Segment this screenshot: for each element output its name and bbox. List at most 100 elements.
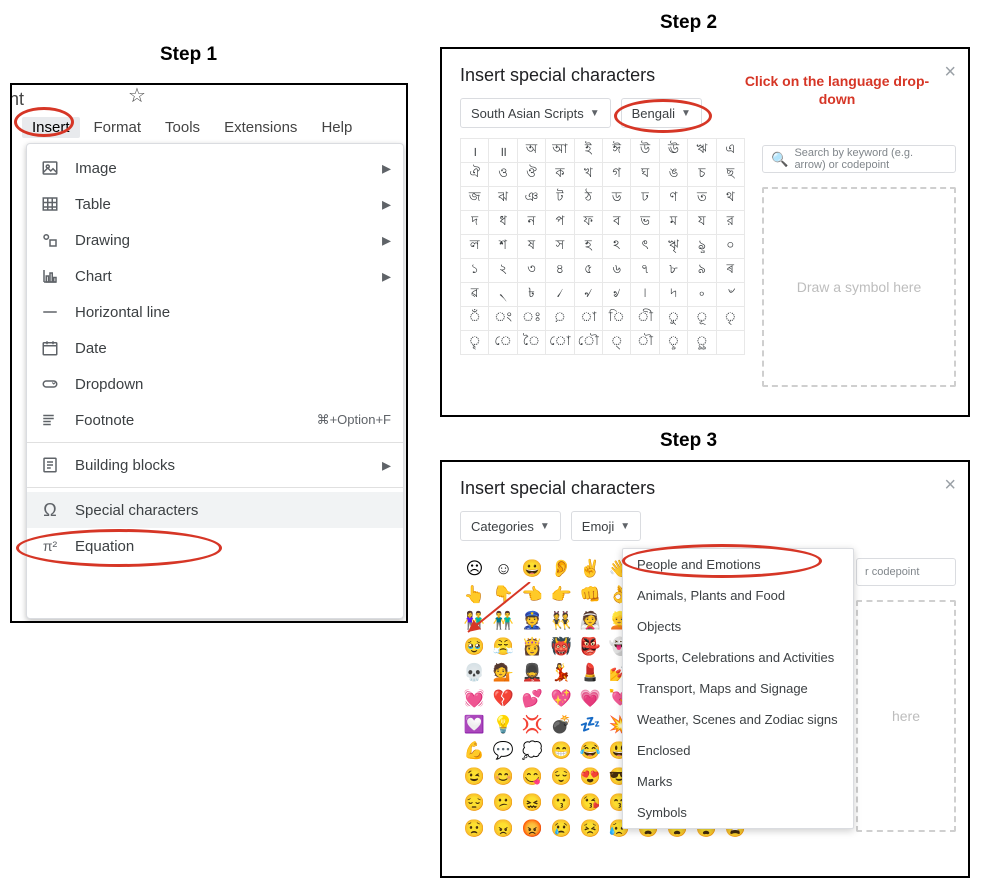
character-cell[interactable]: ৲ [489, 283, 517, 307]
character-cell[interactable]: ভ [631, 211, 659, 235]
draw-symbol-area[interactable]: here [856, 600, 956, 832]
emoji-cell[interactable]: ☹ [460, 555, 489, 581]
emoji-cell[interactable]: 💓 [460, 685, 489, 711]
insert-image[interactable]: Image ▸ [27, 150, 403, 186]
character-cell[interactable]: ৷ [631, 283, 659, 307]
emoji-cell[interactable]: 💕 [518, 685, 547, 711]
character-cell[interactable]: ৪ [546, 259, 574, 283]
character-cell[interactable]: ৮ [660, 259, 688, 283]
character-cell[interactable]: ী [631, 307, 659, 331]
emoji-cell[interactable]: 👫 [460, 607, 489, 633]
emoji-cell[interactable]: 👇 [489, 581, 518, 607]
emoji-cell[interactable]: 👉 [547, 581, 576, 607]
character-cell[interactable]: ং [489, 307, 517, 331]
emoji-subcategory-option[interactable]: Weather, Scenes and Zodiac signs [623, 704, 853, 735]
emoji-cell[interactable]: 🥹 [460, 633, 489, 659]
emoji-cell[interactable]: 💣 [547, 711, 576, 737]
character-cell[interactable]: ৱ [461, 283, 489, 307]
character-cell[interactable] [717, 331, 745, 355]
close-icon[interactable]: × [944, 61, 956, 84]
character-cell[interactable]: চ [688, 163, 716, 187]
close-icon[interactable]: × [944, 474, 956, 497]
character-cell[interactable]: ৩ [518, 259, 546, 283]
emoji-cell[interactable]: 💖 [547, 685, 576, 711]
insert-special-characters[interactable]: Ω Special characters [27, 492, 403, 528]
emoji-cell[interactable]: 😠 [489, 815, 518, 841]
character-cell[interactable]: ব [603, 211, 631, 235]
emoji-cell[interactable]: 💪 [460, 737, 489, 763]
menu-insert[interactable]: Insert [22, 117, 80, 138]
insert-footnote[interactable]: Footnote ⌘+Option+F [27, 402, 403, 438]
character-cell[interactable]: স [546, 235, 574, 259]
character-cell[interactable]: ৗ [631, 331, 659, 355]
character-cell[interactable]: ৭ [631, 259, 659, 283]
character-cell[interactable]: ূ [688, 307, 716, 331]
character-cell[interactable]: এ [717, 139, 745, 163]
character-cell[interactable]: ৶ [603, 283, 631, 307]
emoji-cell[interactable]: 💂 [518, 659, 547, 685]
emoji-cell[interactable]: 💢 [518, 711, 547, 737]
character-cell[interactable]: ্ [603, 331, 631, 355]
emoji-cell[interactable]: 😋 [518, 763, 547, 789]
character-cell[interactable]: আ [546, 139, 574, 163]
insert-chart[interactable]: Chart ▸ [27, 258, 403, 294]
character-cell[interactable]: ৫ [575, 259, 603, 283]
emoji-cell[interactable]: 😢 [547, 815, 576, 841]
character-cell[interactable]: ম [660, 211, 688, 235]
character-cell[interactable]: ঙ [660, 163, 688, 187]
emoji-cell[interactable]: 💬 [489, 737, 518, 763]
character-cell[interactable]: ষ [518, 235, 546, 259]
emoji-cell[interactable]: 💁 [489, 659, 518, 685]
character-cell[interactable]: ॥ [489, 139, 517, 163]
search-input[interactable]: 🔍 Search by keyword (e.g. arrow) or code… [762, 145, 956, 173]
character-cell[interactable]: প [546, 211, 574, 235]
script-category-dropdown[interactable]: South Asian Scripts ▼ [460, 98, 611, 128]
character-cell[interactable]: ৠ [660, 235, 688, 259]
emoji-cell[interactable]: 👰 [576, 607, 605, 633]
character-cell[interactable]: ঢ [631, 187, 659, 211]
character-cell[interactable]: ৯ [688, 259, 716, 283]
character-cell[interactable]: থ [717, 187, 745, 211]
emoji-cell[interactable]: 👹 [547, 633, 576, 659]
character-cell[interactable]: র [717, 211, 745, 235]
character-cell[interactable]: । [461, 139, 489, 163]
character-cell[interactable]: ধ [489, 211, 517, 235]
categories-dropdown[interactable]: Categories ▼ [460, 511, 561, 541]
emoji-subcategory-option[interactable]: Marks [623, 766, 853, 797]
character-cell[interactable]: ঔ [518, 163, 546, 187]
emoji-cell[interactable]: 😔 [460, 789, 489, 815]
character-cell[interactable]: ঝ [489, 187, 517, 211]
character-cell[interactable]: ড [603, 187, 631, 211]
character-cell[interactable]: ে [489, 331, 517, 355]
character-cell[interactable]: ৵ [575, 283, 603, 307]
character-cell[interactable]: দ [461, 211, 489, 235]
emoji-cell[interactable]: 😡 [518, 815, 547, 841]
emoji-subcategory-option[interactable]: Enclosed [623, 735, 853, 766]
character-cell[interactable]: ঁ [461, 307, 489, 331]
emoji-cell[interactable]: 😁 [547, 737, 576, 763]
character-cell[interactable]: ঘ [631, 163, 659, 187]
character-cell[interactable]: ছ [717, 163, 745, 187]
character-cell[interactable]: ণ [660, 187, 688, 211]
emoji-subcategory-option[interactable]: Symbols [623, 797, 853, 828]
character-cell[interactable]: ঞ [518, 187, 546, 211]
emoji-cell[interactable]: 💭 [518, 737, 547, 763]
emoji-cell[interactable]: 👊 [576, 581, 605, 607]
emoji-cell[interactable]: 😀 [518, 555, 547, 581]
character-cell[interactable]: খ [575, 163, 603, 187]
emoji-subcategory-option[interactable]: Transport, Maps and Signage [623, 673, 853, 704]
emoji-cell[interactable]: 💄 [576, 659, 605, 685]
character-cell[interactable]: ক [546, 163, 574, 187]
emoji-cell[interactable]: 👺 [576, 633, 605, 659]
language-dropdown[interactable]: Bengali ▼ [621, 98, 702, 128]
character-cell[interactable]: ৴ [546, 283, 574, 307]
character-cell[interactable]: ঋ [688, 139, 716, 163]
insert-hline[interactable]: Horizontal line [27, 294, 403, 330]
emoji-cell[interactable]: 😣 [576, 815, 605, 841]
insert-drawing[interactable]: Drawing ▸ [27, 222, 403, 258]
insert-dropdown[interactable]: Dropdown [27, 366, 403, 402]
insert-table[interactable]: Table ▸ [27, 186, 403, 222]
insert-equation[interactable]: π² Equation [27, 528, 403, 564]
emoji-dropdown[interactable]: Emoji ▼ [571, 511, 641, 541]
menu-extensions[interactable]: Extensions [214, 117, 307, 138]
